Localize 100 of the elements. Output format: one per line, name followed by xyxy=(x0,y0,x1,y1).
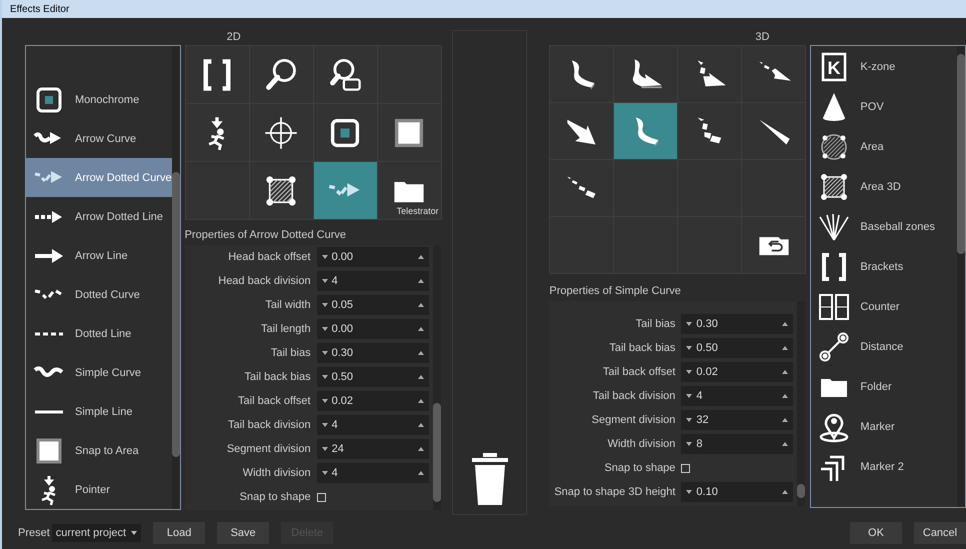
spin-field[interactable]: 0.00 xyxy=(316,319,429,339)
trash-icon[interactable] xyxy=(470,450,510,506)
increment-icon[interactable] xyxy=(782,490,788,494)
effect-tile[interactable] xyxy=(550,160,614,217)
spin-field[interactable]: 0.10 xyxy=(681,482,794,502)
increment-icon[interactable] xyxy=(418,351,424,355)
effect-tile[interactable] xyxy=(186,46,250,104)
effect-tile[interactable] xyxy=(614,46,678,103)
list-item[interactable]: Arrow Line xyxy=(26,236,172,275)
action-button[interactable]: Load xyxy=(153,522,206,544)
list-item[interactable]: Pointer xyxy=(26,470,172,509)
decrement-icon[interactable] xyxy=(686,346,692,350)
spin-field[interactable]: 8 xyxy=(681,434,794,454)
spin-field[interactable]: 24 xyxy=(316,439,429,459)
decrement-icon[interactable] xyxy=(322,399,328,403)
list-item[interactable]: Simple Curve xyxy=(26,353,172,392)
effect-tile[interactable] xyxy=(550,103,614,160)
list-item[interactable]: Folder xyxy=(811,367,957,407)
list-item[interactable]: Area xyxy=(811,127,957,167)
effect-tile[interactable] xyxy=(186,104,250,162)
increment-icon[interactable] xyxy=(418,447,424,451)
list-item[interactable]: Brackets xyxy=(811,247,957,287)
list-item[interactable]: Baseball zones xyxy=(811,207,957,247)
spin-field[interactable]: 0.05 xyxy=(316,295,429,315)
effect-tile[interactable] xyxy=(250,162,314,220)
decrement-icon[interactable] xyxy=(322,255,328,259)
increment-icon[interactable] xyxy=(418,327,424,331)
list-item[interactable]: Arrow Curve xyxy=(26,119,172,158)
list-item[interactable]: Distance xyxy=(811,327,957,367)
spin-field[interactable]: 0.02 xyxy=(681,362,794,382)
increment-icon[interactable] xyxy=(782,346,788,350)
caret-icon[interactable] xyxy=(131,531,138,535)
list-item[interactable]: Marker 2 xyxy=(811,447,957,487)
effect-tile[interactable] xyxy=(742,217,806,274)
list-item[interactable]: Monochrome xyxy=(26,80,172,119)
spin-field[interactable]: 4 xyxy=(316,415,429,435)
spin-field[interactable]: 0.30 xyxy=(681,314,794,334)
spin-field[interactable]: 4 xyxy=(681,386,794,406)
effect-tile[interactable] xyxy=(250,46,314,104)
dialog-button[interactable]: OK xyxy=(850,522,902,544)
effect-tile[interactable]: Telestrator xyxy=(378,162,442,220)
effect-tile[interactable] xyxy=(314,162,378,220)
decrement-icon[interactable] xyxy=(322,327,328,331)
dialog-button[interactable]: Cancel xyxy=(914,522,966,544)
spin-field[interactable]: 0.30 xyxy=(316,343,429,363)
list-item[interactable]: Marker xyxy=(811,407,957,447)
spin-field[interactable]: 0.50 xyxy=(681,338,794,358)
effect-tile[interactable] xyxy=(742,46,806,103)
decrement-icon[interactable] xyxy=(322,303,328,307)
spin-field[interactable]: 4 xyxy=(316,463,429,483)
increment-icon[interactable] xyxy=(418,399,424,403)
list-item[interactable]: Simple Line xyxy=(26,392,172,431)
increment-icon[interactable] xyxy=(418,423,424,427)
spin-field[interactable]: 4 xyxy=(316,271,429,291)
decrement-icon[interactable] xyxy=(322,351,328,355)
effect-tile[interactable] xyxy=(250,104,314,162)
increment-icon[interactable] xyxy=(782,442,788,446)
decrement-icon[interactable] xyxy=(686,418,692,422)
increment-icon[interactable] xyxy=(418,375,424,379)
increment-icon[interactable] xyxy=(782,322,788,326)
spin-field[interactable]: 0.50 xyxy=(316,367,429,387)
list-item[interactable]: Counter xyxy=(811,287,957,327)
decrement-icon[interactable] xyxy=(322,375,328,379)
list-item[interactable]: POV xyxy=(811,87,957,127)
decrement-icon[interactable] xyxy=(686,322,692,326)
list-item[interactable]: Snap to Area xyxy=(26,431,172,470)
decrement-icon[interactable] xyxy=(322,423,328,427)
list-item[interactable]: Dotted Curve xyxy=(26,275,172,314)
checkbox[interactable] xyxy=(316,492,326,502)
increment-icon[interactable] xyxy=(418,471,424,475)
scrollbar[interactable] xyxy=(172,46,180,509)
increment-icon[interactable] xyxy=(418,279,424,283)
decrement-icon[interactable] xyxy=(686,442,692,446)
scrollbar[interactable] xyxy=(957,46,965,507)
effect-tile[interactable] xyxy=(678,46,742,103)
decrement-icon[interactable] xyxy=(686,490,692,494)
effect-tile[interactable] xyxy=(314,46,378,104)
increment-icon[interactable] xyxy=(782,370,788,374)
effect-tile[interactable] xyxy=(614,160,678,217)
decrement-icon[interactable] xyxy=(686,394,692,398)
list-item[interactable]: Arrow Dotted Curve xyxy=(26,158,172,197)
decrement-icon[interactable] xyxy=(686,370,692,374)
scrollbar[interactable] xyxy=(797,301,806,506)
spin-field[interactable]: 32 xyxy=(681,410,794,430)
scrollbar[interactable] xyxy=(432,245,441,510)
effect-tile[interactable] xyxy=(314,104,378,162)
effect-tile[interactable] xyxy=(378,104,442,162)
preset-dropdown[interactable]: current project xyxy=(52,524,142,542)
effect-tile[interactable] xyxy=(742,103,806,160)
list-item[interactable]: K K-zone xyxy=(811,47,957,87)
increment-icon[interactable] xyxy=(782,394,788,398)
increment-icon[interactable] xyxy=(418,255,424,259)
effect-tile[interactable] xyxy=(678,160,742,217)
effect-tile[interactable] xyxy=(614,103,678,160)
list-item[interactable]: Arrow Dotted Line xyxy=(26,197,172,236)
action-button[interactable]: Save xyxy=(217,522,270,544)
effect-tile[interactable] xyxy=(678,103,742,160)
decrement-icon[interactable] xyxy=(322,279,328,283)
decrement-icon[interactable] xyxy=(322,447,328,451)
list-item[interactable]: Dotted Line xyxy=(26,314,172,353)
